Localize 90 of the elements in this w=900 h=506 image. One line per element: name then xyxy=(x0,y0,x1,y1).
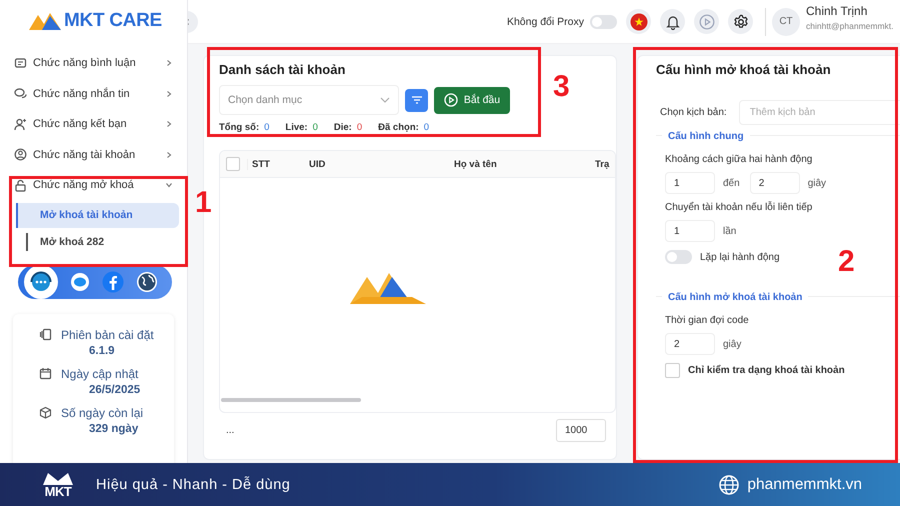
stat-label: Tổng số: xyxy=(219,122,260,132)
panel-title: Cấu hình mở khoá tài khoản xyxy=(656,61,831,79)
speech-bubble-icon xyxy=(70,272,90,292)
page-size-dropdown[interactable]: 1000 xyxy=(556,419,606,442)
stat-value: 0 xyxy=(312,122,318,132)
stat-label: Die: xyxy=(334,122,352,132)
settings-button[interactable] xyxy=(728,9,753,34)
field-label: Chọn kịch bản: xyxy=(660,107,727,118)
annotation-number: 2 xyxy=(838,247,855,277)
sidebar-item[interactable]: Chức năng mở khoá xyxy=(8,170,179,200)
sidebar-item[interactable]: Chức năng nhắn tin xyxy=(8,78,179,109)
input-field[interactable]: 1 xyxy=(665,172,715,194)
app-logo: MKT CARE xyxy=(8,0,162,40)
submenu-item[interactable]: Mở khoá 282 xyxy=(26,232,179,250)
chat-icon xyxy=(14,87,27,100)
toggle-switch[interactable] xyxy=(665,250,692,264)
device-icon xyxy=(39,328,52,341)
website-link[interactable]: phanmemmkt.vn xyxy=(747,476,862,494)
stat-value: 0 xyxy=(264,122,270,132)
chevron-down-icon xyxy=(380,96,390,104)
input-field[interactable]: 2 xyxy=(750,172,800,194)
unit-label: lần xyxy=(723,226,736,236)
annotation-number: 3 xyxy=(553,72,570,102)
info-value: 26/5/2025 xyxy=(88,384,142,396)
filter-button[interactable] xyxy=(405,88,428,112)
info-label: Ngày cập nhật xyxy=(61,366,138,380)
checkbox-label: Chỉ kiểm tra dạng khoá tài khoản xyxy=(688,365,845,376)
select-all-checkbox[interactable] xyxy=(226,157,240,171)
user-circle-icon xyxy=(14,148,27,162)
info-label: Số ngày còn lại xyxy=(61,406,144,420)
calendar-icon xyxy=(39,367,52,380)
unit-label: giây xyxy=(723,338,742,350)
stat-value: 0 xyxy=(424,122,430,132)
facebook-icon xyxy=(102,270,124,292)
field-label: Thời gian đợi code xyxy=(665,315,749,326)
info-value: 329 ngày xyxy=(88,422,140,434)
field-label: Chuyển tài khoản nếu lỗi liên tiếp xyxy=(665,202,812,213)
sidebar-item[interactable]: Chức năng tài khoản xyxy=(8,140,179,170)
column-header[interactable]: STT xyxy=(247,158,305,170)
category-dropdown[interactable]: Chọn danh mục xyxy=(219,85,399,115)
bell-icon xyxy=(666,14,680,30)
stat-value: 0 xyxy=(356,122,362,132)
section-title: Cấu hình mở khoá tài khoản xyxy=(662,292,808,302)
input-field[interactable]: 1 xyxy=(665,220,715,242)
column-header[interactable]: Trạ xyxy=(595,158,610,170)
panel-title: Danh sách tài khoản xyxy=(219,61,346,79)
sidebar-item[interactable]: Chức năng bình luận xyxy=(8,48,179,78)
play-button[interactable] xyxy=(694,9,719,34)
comment-icon xyxy=(14,56,27,70)
stat-label: Live: xyxy=(285,122,308,132)
box-icon xyxy=(39,406,52,419)
mountain-logo-icon xyxy=(28,11,62,31)
user-plus-icon xyxy=(14,118,27,131)
proxy-label: Không đổi Proxy xyxy=(506,16,584,28)
scrollbar[interactable] xyxy=(221,398,361,402)
star-flag-icon xyxy=(630,12,648,30)
sidebar-item[interactable]: Chức năng kết bạn xyxy=(8,109,179,140)
column-header[interactable]: UID xyxy=(305,158,450,170)
toggle-label: Lặp lại hành động xyxy=(700,252,780,262)
annotation-number: 1 xyxy=(195,188,212,218)
loading-logo-icon xyxy=(350,271,426,305)
info-label: Phiên bản cài đặt xyxy=(61,328,154,342)
checkbox[interactable] xyxy=(665,363,680,378)
user-email: chinhtt@phanmemmkt. xyxy=(806,21,894,31)
submenu-item[interactable]: Mở khoá tài khoản xyxy=(16,202,179,228)
stat-label: Đã chọn: xyxy=(378,122,419,132)
proxy-toggle[interactable] xyxy=(590,14,617,28)
user-name: Chinh Trịnh xyxy=(806,4,868,18)
input-field[interactable]: 2 xyxy=(665,333,715,355)
play-circle-icon xyxy=(698,14,714,30)
globe-icon xyxy=(136,270,158,292)
globe-icon xyxy=(719,474,740,494)
section-title: Cấu hình chung xyxy=(662,130,750,142)
settings-icon xyxy=(732,14,748,30)
slogan-text: Hiệu quả - Nhanh - Dễ dùng xyxy=(96,476,290,492)
pagination-text: ... xyxy=(226,425,234,436)
padlock-icon xyxy=(14,178,27,192)
play-circle-icon xyxy=(444,93,458,107)
unit-label: giây xyxy=(808,178,826,188)
filter-icon xyxy=(412,96,422,104)
column-header[interactable]: Họ và tên xyxy=(450,158,595,170)
joiner-label: đến xyxy=(723,178,740,188)
user-avatar[interactable]: CT xyxy=(772,8,800,36)
info-value: 6.1.9 xyxy=(88,344,116,356)
field-label: Khoảng cách giữa hai hành động xyxy=(665,154,812,165)
start-button[interactable]: Bắt đầu xyxy=(434,86,510,114)
language-button[interactable] xyxy=(626,9,651,34)
notifications-button[interactable] xyxy=(660,9,685,34)
crown-logo-icon xyxy=(42,471,74,485)
banner-logo-text: MKT xyxy=(44,485,72,498)
